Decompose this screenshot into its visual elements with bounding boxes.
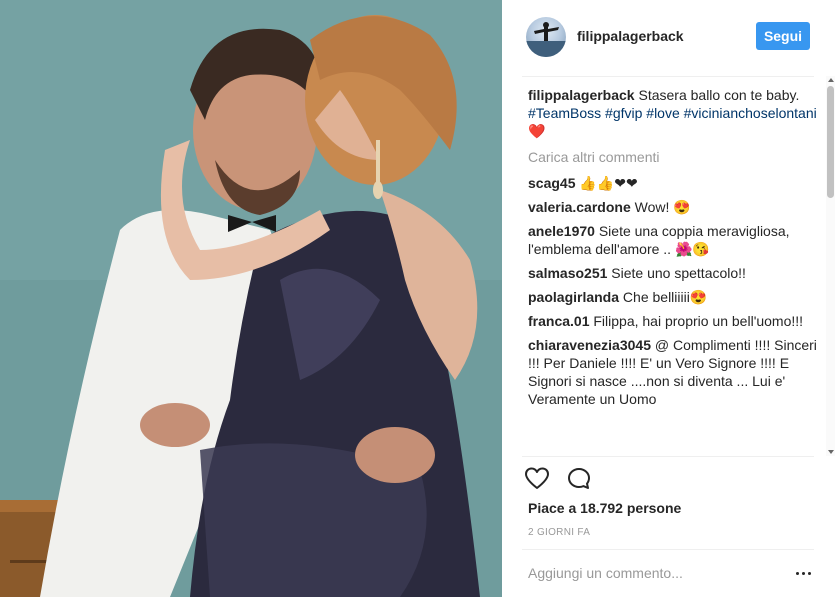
couple-photo-illustration [0, 0, 502, 597]
follow-button[interactable]: Segui [756, 22, 810, 50]
comment-username[interactable]: salmaso251 [528, 265, 607, 281]
comments-list[interactable]: filippalagerback Stasera ballo con te ba… [528, 86, 818, 456]
comment-item: scag45 👍👍❤❤ [528, 174, 818, 192]
comments-scrollbar[interactable] [826, 76, 835, 456]
comment-text: Siete uno spettacolo!! [611, 265, 746, 281]
likes-count[interactable]: Piace a 18.792 persone [528, 500, 681, 516]
dot [796, 572, 799, 575]
comment-item: franca.01 Filippa, hai proprio un bell'u… [528, 312, 818, 330]
comments-divider [522, 456, 814, 457]
comment-text: Wow! 😍 [634, 199, 691, 215]
load-more-comments-link[interactable]: Carica altri commenti [528, 148, 818, 166]
comment-username[interactable]: scag45 [528, 175, 575, 191]
heart-outline-icon[interactable] [524, 466, 550, 492]
comment-item: valeria.cardone Wow! 😍 [528, 198, 818, 216]
dot [808, 572, 811, 575]
post-photo[interactable] [0, 0, 502, 597]
comment-username[interactable]: valeria.cardone [528, 199, 631, 215]
caption: filippalagerback Stasera ballo con te ba… [528, 86, 818, 140]
caption-heart: ❤️ [528, 123, 546, 139]
dot [802, 572, 805, 575]
caption-text: Stasera ballo con te baby. [638, 87, 800, 103]
comment-username[interactable]: anele1970 [528, 223, 595, 239]
footer-divider [522, 549, 814, 550]
comment-text: Che belliiiii😍 [622, 289, 708, 305]
comment-username[interactable]: paolagirlanda [528, 289, 619, 305]
post-header: filippalagerback Segui [522, 15, 835, 63]
post-sidebar: filippalagerback Segui filippalagerback … [502, 0, 835, 597]
avatar-figure-icon [526, 22, 566, 57]
caption-hashtags[interactable]: #TeamBoss #gfvip #love #vicinianchoselon… [528, 105, 817, 121]
speech-bubble-icon[interactable] [566, 466, 592, 492]
header-divider [522, 76, 814, 77]
caption-username[interactable]: filippalagerback [528, 87, 635, 103]
comment-text: 👍👍❤❤ [579, 175, 638, 191]
comment-item: salmaso251 Siete uno spettacolo!! [528, 264, 818, 282]
comment-item: anele1970 Siete una coppia meravigliosa,… [528, 222, 818, 258]
post-username[interactable]: filippalagerback [577, 28, 684, 44]
avatar[interactable] [526, 17, 566, 57]
comment-username[interactable]: franca.01 [528, 313, 589, 329]
add-comment-input[interactable]: Aggiungi un commento... [528, 565, 768, 581]
scrollbar-thumb[interactable] [827, 86, 834, 198]
ellipsis-icon[interactable] [794, 565, 814, 581]
comment-item: paolagirlanda Che belliiiii😍 [528, 288, 818, 306]
scroll-down-icon[interactable] [828, 450, 834, 454]
comment-username[interactable]: chiaravenezia3045 [528, 337, 651, 353]
comment-item: chiaravenezia3045 @ Complimenti !!!! Sin… [528, 336, 818, 408]
post-timestamp[interactable]: 2 GIORNI FA [528, 527, 590, 538]
scroll-up-icon[interactable] [828, 78, 834, 82]
comment-text: Filippa, hai proprio un bell'uomo!!! [593, 313, 804, 329]
